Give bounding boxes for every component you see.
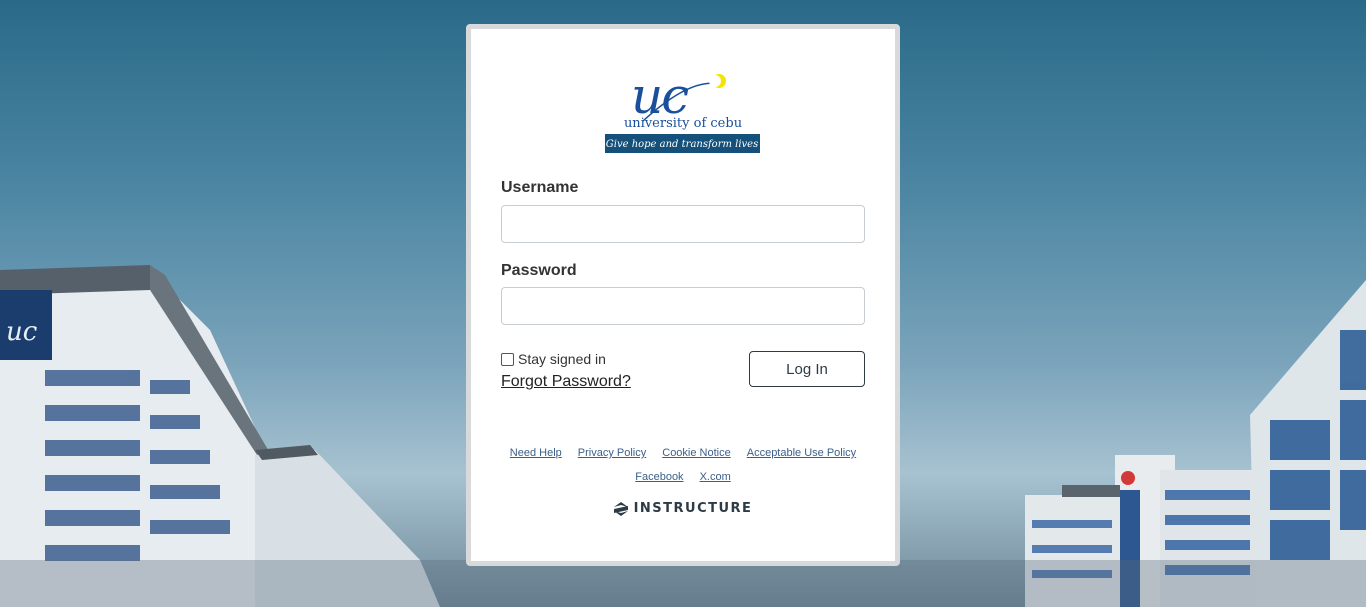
stay-signed-in-checkbox[interactable] (501, 352, 514, 366)
footer-links-row-2: Facebook X.com (471, 471, 895, 483)
facebook-link[interactable]: Facebook (635, 471, 683, 483)
stay-signed-in-label: Stay signed in (518, 351, 606, 367)
instructure-brand[interactable]: INSTRUCTURE (471, 501, 895, 516)
need-help-link[interactable]: Need Help (510, 447, 562, 459)
login-button[interactable]: Log In (749, 351, 865, 387)
password-label: Password (501, 262, 577, 279)
x-link[interactable]: X.com (700, 471, 731, 483)
logo-name: university of cebu (624, 116, 742, 131)
instructure-icon (613, 501, 628, 516)
stay-signed-in[interactable]: Stay signed in (501, 351, 606, 367)
username-input[interactable] (501, 205, 865, 243)
svg-text:uc: uc (6, 317, 38, 347)
forgot-password-link[interactable]: Forgot Password? (501, 373, 631, 391)
instructure-label: INSTRUCTURE (633, 501, 753, 516)
privacy-policy-link[interactable]: Privacy Policy (578, 447, 646, 459)
acceptable-use-policy-link[interactable]: Acceptable Use Policy (747, 447, 856, 459)
password-input[interactable] (501, 287, 865, 325)
login-card: uc university of cebu Give hope and tran… (466, 24, 900, 566)
logo-tagline: Give hope and transform lives (606, 139, 758, 150)
cookie-notice-link[interactable]: Cookie Notice (662, 447, 730, 459)
university-logo: uc university of cebu Give hope and tran… (603, 65, 763, 155)
footer-links-row-1: Need Help Privacy Policy Cookie Notice A… (471, 447, 895, 459)
username-label: Username (501, 179, 579, 196)
